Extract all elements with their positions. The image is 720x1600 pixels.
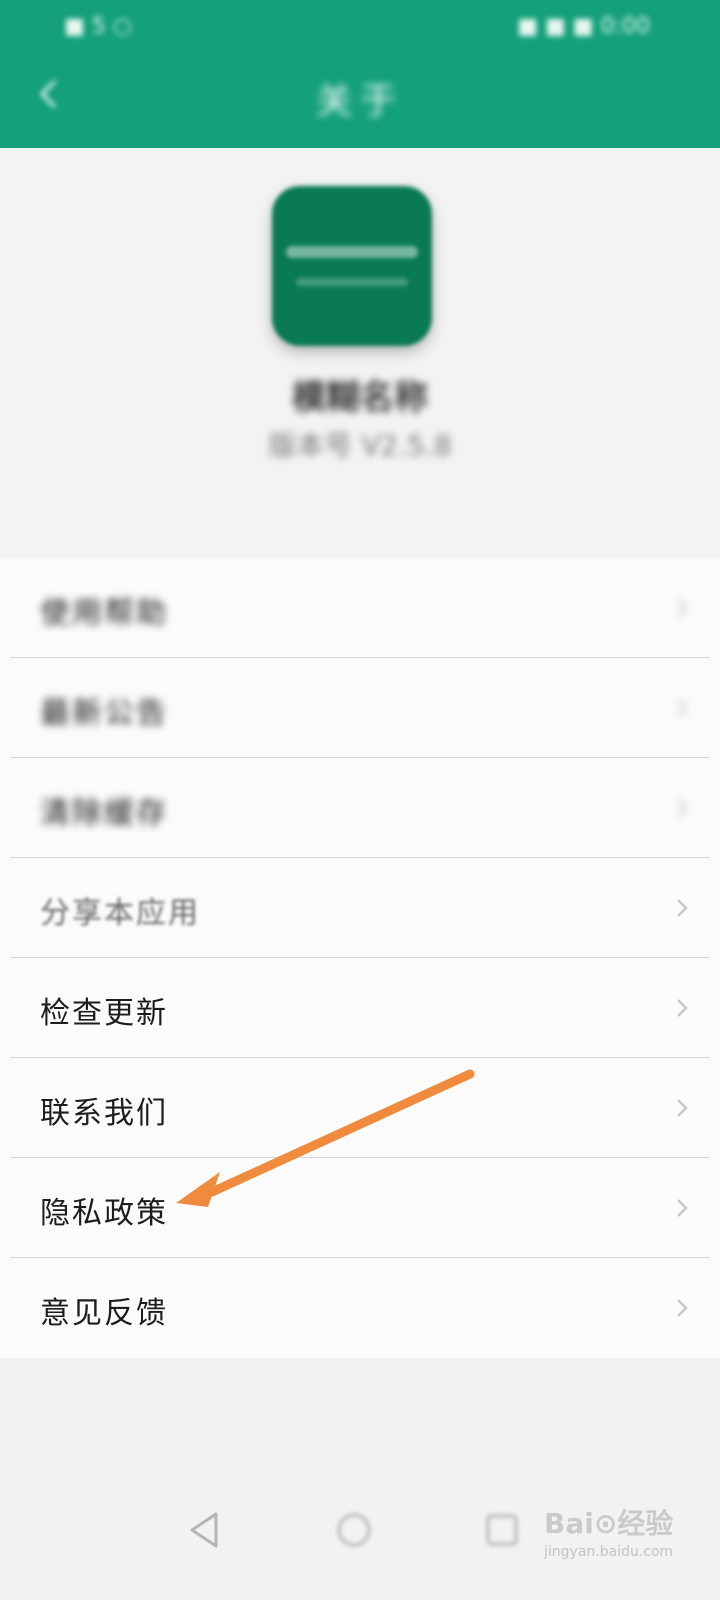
status-left: ■ 5 ○ [64,14,132,39]
status-bar: ■ 5 ○ ■ ■ ■ 0:00 [0,0,720,50]
menu-item-feedback[interactable]: 意见反馈 [10,1258,710,1358]
menu-item-clear-cache[interactable]: 清除缓存 [10,758,710,858]
chevron-right-icon [670,1096,694,1120]
page-title: 关于 [315,81,404,122]
chevron-right-icon [670,796,694,820]
app-name: 模糊名称 [292,378,428,418]
menu-item-label: 隐私政策 [40,1196,168,1231]
menu-item-label: 检查更新 [40,996,168,1031]
menu-item-announcement[interactable]: 最新公告 [10,658,710,758]
chevron-right-icon [670,1296,694,1320]
menu-item-check-update[interactable]: 检查更新 [10,958,710,1058]
app-header: ■ 5 ○ ■ ■ ■ 0:00 关于 [0,0,720,148]
nav-back-button[interactable] [180,1506,228,1554]
menu-item-label: 分享本应用 [40,896,200,931]
status-right: ■ ■ ■ 0:00 [517,14,650,39]
chevron-right-icon [670,896,694,920]
chevron-right-icon [670,596,694,620]
settings-menu: 使用帮助 最新公告 清除缓存 分享本应用 检查更新 联系我们 隐私政策 意见反馈 [0,558,720,1358]
menu-item-privacy-policy[interactable]: 隐私政策 [10,1158,710,1258]
menu-item-label: 最新公告 [40,696,168,731]
app-logo [272,186,432,346]
menu-item-label: 清除缓存 [40,796,168,831]
menu-item-share-app[interactable]: 分享本应用 [10,858,710,958]
app-version: 版本号 V2.5.8 [268,429,452,462]
chevron-right-icon [670,996,694,1020]
watermark-url: jingyan.baidu.com [544,1544,674,1560]
chevron-right-icon [670,696,694,720]
baidu-jingyan-watermark: Bai⊙经验 jingyan.baidu.com [538,1498,698,1578]
menu-item-help[interactable]: 使用帮助 [10,558,710,658]
triangle-back-icon [190,1512,218,1548]
menu-item-contact-us[interactable]: 联系我们 [10,1058,710,1158]
nav-recent-button[interactable] [478,1506,526,1554]
chevron-right-icon [670,1196,694,1220]
menu-item-label: 使用帮助 [40,596,168,631]
menu-item-label: 意见反馈 [40,1296,168,1331]
square-recent-icon [486,1514,518,1546]
circle-home-icon [337,1513,371,1547]
nav-home-button[interactable] [330,1506,378,1554]
menu-item-label: 联系我们 [40,1096,168,1131]
watermark-brand: Bai⊙经验 [544,1507,674,1540]
